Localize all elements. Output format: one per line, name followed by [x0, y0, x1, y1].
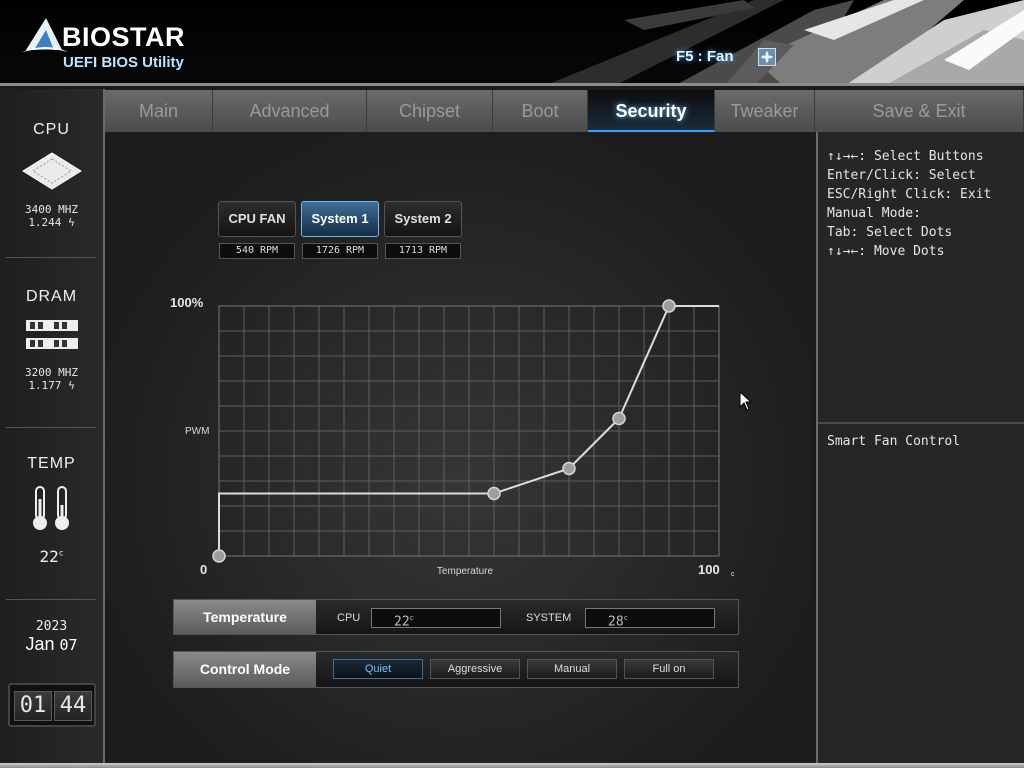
tab-chipset[interactable]: Chipset [367, 90, 493, 132]
fan-blade-icon [761, 51, 773, 63]
mode-manual-button[interactable]: Manual [527, 659, 617, 679]
help-enter-select: Enter/Click: Select [827, 168, 976, 183]
mouse-pointer-icon [739, 391, 753, 411]
temperature-bar: Temperature CPU 22c SYSTEM 28c [173, 599, 739, 635]
sidebar-divider [6, 427, 96, 428]
fan-hotkey-hint: F5 : Fan [676, 48, 734, 65]
system-temp-label: SYSTEM [526, 612, 572, 624]
temp-title: TEMP [27, 455, 76, 472]
utility-subtitle: UEFI BIOS Utility [63, 54, 184, 71]
sidebar-divider [6, 257, 96, 258]
sidebar-temperature: 22c [39, 547, 64, 566]
curve-control-dot-1[interactable] [212, 549, 226, 563]
tab-advanced[interactable]: Advanced [213, 90, 367, 132]
cpu-frequency: 3400 MHZ [25, 203, 78, 216]
voltage-bolt-icon: ϟ [68, 216, 75, 229]
system-temp-value: 28c [585, 608, 715, 629]
fan-curve-chart[interactable]: 100% PWM 0 Temperature 100 c [160, 290, 750, 590]
curve-control-dot-5[interactable] [662, 299, 676, 313]
mode-full-on-button[interactable]: Full on [624, 659, 714, 679]
fan-tab-cpu-fan[interactable]: CPU FAN [218, 201, 296, 237]
memory-module-icon [25, 320, 78, 349]
curve-control-dot-4[interactable] [612, 411, 626, 426]
help-select-buttons: ↑↓→←: Select Buttons [827, 149, 984, 164]
dram-voltage: 1.177 ϟ [28, 379, 75, 392]
help-move-dots: ↑↓→←: Move Dots [827, 244, 945, 259]
y-axis-max-label: 100% [170, 295, 204, 310]
fan-rpm-cpu-fan: 540 RPM [219, 243, 295, 259]
cpu-temp-label: CPU [337, 612, 361, 624]
date-year: 2023 [35, 619, 68, 634]
control-mode-label: Control Mode [174, 652, 316, 687]
dram-frequency: 3200 MHZ [25, 366, 78, 379]
clock-display: 01 44 [8, 683, 96, 727]
fan-rpm-system-2: 1713 RPM [385, 243, 461, 259]
tab-main[interactable]: Main [105, 90, 213, 132]
tab-boot[interactable]: Boot [493, 90, 588, 132]
footer-bar [0, 763, 1024, 768]
date-display: 2023 Jan 07 [0, 619, 103, 655]
fan-tab-system-1[interactable]: System 1 [301, 201, 379, 237]
tab-security[interactable]: Security [588, 90, 715, 132]
curve-control-dot-3[interactable] [562, 461, 576, 476]
clock-hour: 01 [14, 691, 52, 721]
clock-minute: 44 [54, 691, 92, 721]
control-mode-bar: Control Mode Quiet Aggressive Manual Ful… [173, 651, 739, 688]
curve-control-dot-2[interactable] [487, 486, 501, 501]
decorative-shards-graphic [551, 0, 1024, 83]
sidebar-divider [6, 599, 96, 600]
x-axis-max-label: 100 [698, 562, 720, 577]
fan-rpm-system-1: 1726 RPM [302, 243, 378, 259]
help-manual-mode: Manual Mode: [827, 206, 921, 221]
cpu-title: CPU [33, 121, 70, 138]
x-axis-unit-label: c [731, 571, 735, 578]
cpu-chip-icon [21, 152, 82, 190]
temperature-bar-label: Temperature [174, 600, 316, 634]
cpu-voltage: 1.244 ϟ [28, 216, 75, 229]
fan-tab-system-2[interactable]: System 2 [384, 201, 462, 237]
header-banner: BIOSTAR UEFI BIOS Utility F5 : Fan [0, 0, 1024, 86]
date-month-day: Jan 07 [25, 634, 78, 654]
cpu-temp-value: 22c [371, 608, 501, 629]
help-esc-exit: ESC/Right Click: Exit [827, 187, 992, 202]
brand-name: BIOSTAR [62, 22, 185, 52]
help-tab-select-dots: Tab: Select Dots [827, 225, 953, 240]
temp-section: TEMP 22c [0, 455, 103, 566]
chart-grid [219, 306, 719, 556]
dram-title: DRAM [25, 288, 78, 305]
system-info-sidebar: CPU 3400 MHZ 1.244 ϟ DRAM 3200 MHZ 1.177… [0, 89, 105, 763]
y-axis-label: PWM [185, 426, 209, 437]
dram-section: DRAM 3200 MHZ 1.177 ϟ [0, 288, 103, 392]
mode-aggressive-button[interactable]: Aggressive [430, 659, 520, 679]
tab-save-exit[interactable]: Save & Exit [815, 90, 1024, 132]
tab-tweaker[interactable]: Tweaker [715, 90, 815, 132]
cpu-section: CPU 3400 MHZ 1.244 ϟ [0, 121, 103, 229]
voltage-bolt-icon: ϟ [68, 379, 75, 392]
help-panel: ↑↓→←: Select Buttons Enter/Click: Select… [816, 132, 1024, 763]
thermometer-icon [32, 486, 69, 530]
help-description: Smart Fan Control [827, 434, 961, 449]
fan-icon[interactable] [758, 48, 776, 66]
mode-quiet-button[interactable]: Quiet [333, 659, 423, 679]
help-divider [818, 422, 1024, 424]
tab-bar: Main Advanced Chipset Boot Security Twea… [105, 90, 1024, 132]
x-axis-label: Temperature [437, 566, 494, 577]
x-axis-min-label: 0 [200, 562, 207, 577]
